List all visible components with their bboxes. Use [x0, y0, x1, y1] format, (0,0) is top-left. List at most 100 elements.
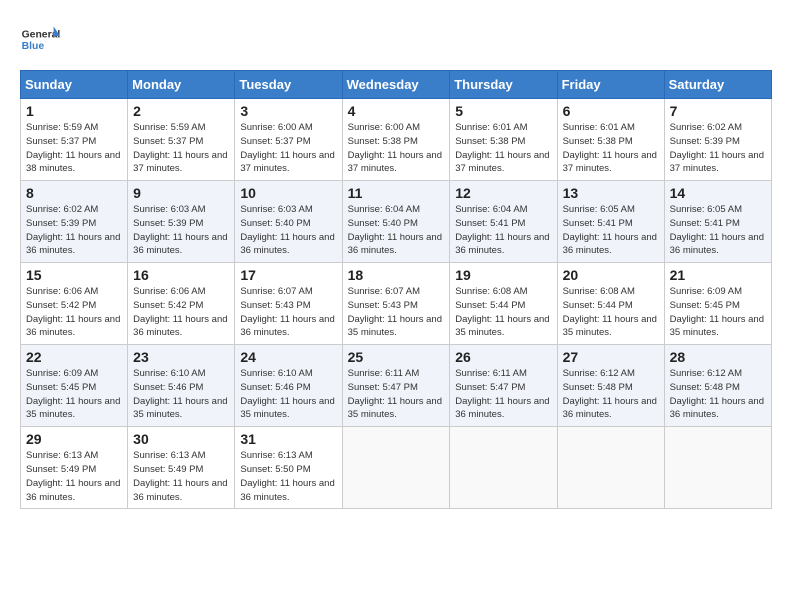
day-info: Sunrise: 6:06 AMSunset: 5:42 PMDaylight:…: [26, 286, 120, 338]
calendar-cell: 14 Sunrise: 6:05 AMSunset: 5:41 PMDaylig…: [664, 181, 771, 263]
calendar-cell: 28 Sunrise: 6:12 AMSunset: 5:48 PMDaylig…: [664, 345, 771, 427]
calendar-week-4: 22 Sunrise: 6:09 AMSunset: 5:45 PMDaylig…: [21, 345, 772, 427]
calendar-cell: 2 Sunrise: 5:59 AMSunset: 5:37 PMDayligh…: [128, 99, 235, 181]
day-info: Sunrise: 6:11 AMSunset: 5:47 PMDaylight:…: [455, 368, 549, 420]
day-number: 27: [563, 349, 659, 365]
day-info: Sunrise: 6:01 AMSunset: 5:38 PMDaylight:…: [563, 122, 657, 174]
calendar-header-sunday: Sunday: [21, 71, 128, 99]
day-number: 26: [455, 349, 551, 365]
day-info: Sunrise: 5:59 AMSunset: 5:37 PMDaylight:…: [133, 122, 227, 174]
day-number: 14: [670, 185, 766, 201]
calendar-cell: 20 Sunrise: 6:08 AMSunset: 5:44 PMDaylig…: [557, 263, 664, 345]
svg-text:Blue: Blue: [22, 41, 45, 52]
day-info: Sunrise: 6:03 AMSunset: 5:39 PMDaylight:…: [133, 204, 227, 256]
calendar-cell: 11 Sunrise: 6:04 AMSunset: 5:40 PMDaylig…: [342, 181, 450, 263]
day-info: Sunrise: 6:02 AMSunset: 5:39 PMDaylight:…: [26, 204, 120, 256]
calendar-header-wednesday: Wednesday: [342, 71, 450, 99]
day-number: 22: [26, 349, 122, 365]
calendar-week-5: 29 Sunrise: 6:13 AMSunset: 5:49 PMDaylig…: [21, 427, 772, 509]
day-number: 13: [563, 185, 659, 201]
day-info: Sunrise: 6:06 AMSunset: 5:42 PMDaylight:…: [133, 286, 227, 338]
logo-icon: General Blue: [20, 20, 60, 60]
day-number: 16: [133, 267, 229, 283]
day-number: 17: [240, 267, 336, 283]
day-number: 10: [240, 185, 336, 201]
calendar-cell: 4 Sunrise: 6:00 AMSunset: 5:38 PMDayligh…: [342, 99, 450, 181]
day-number: 20: [563, 267, 659, 283]
day-info: Sunrise: 6:05 AMSunset: 5:41 PMDaylight:…: [670, 204, 764, 256]
calendar-header-tuesday: Tuesday: [235, 71, 342, 99]
calendar-cell: 17 Sunrise: 6:07 AMSunset: 5:43 PMDaylig…: [235, 263, 342, 345]
calendar-cell: 16 Sunrise: 6:06 AMSunset: 5:42 PMDaylig…: [128, 263, 235, 345]
day-info: Sunrise: 6:05 AMSunset: 5:41 PMDaylight:…: [563, 204, 657, 256]
calendar-cell: 7 Sunrise: 6:02 AMSunset: 5:39 PMDayligh…: [664, 99, 771, 181]
day-info: Sunrise: 6:09 AMSunset: 5:45 PMDaylight:…: [670, 286, 764, 338]
calendar-cell: 23 Sunrise: 6:10 AMSunset: 5:46 PMDaylig…: [128, 345, 235, 427]
calendar-header-saturday: Saturday: [664, 71, 771, 99]
day-info: Sunrise: 6:12 AMSunset: 5:48 PMDaylight:…: [563, 368, 657, 420]
calendar-cell: 15 Sunrise: 6:06 AMSunset: 5:42 PMDaylig…: [21, 263, 128, 345]
calendar-cell: 1 Sunrise: 5:59 AMSunset: 5:37 PMDayligh…: [21, 99, 128, 181]
calendar-cell: [557, 427, 664, 509]
day-number: 12: [455, 185, 551, 201]
day-info: Sunrise: 6:10 AMSunset: 5:46 PMDaylight:…: [240, 368, 334, 420]
calendar-cell: 29 Sunrise: 6:13 AMSunset: 5:49 PMDaylig…: [21, 427, 128, 509]
calendar-cell: 22 Sunrise: 6:09 AMSunset: 5:45 PMDaylig…: [21, 345, 128, 427]
calendar-cell: 19 Sunrise: 6:08 AMSunset: 5:44 PMDaylig…: [450, 263, 557, 345]
calendar-cell: 9 Sunrise: 6:03 AMSunset: 5:39 PMDayligh…: [128, 181, 235, 263]
calendar-week-2: 8 Sunrise: 6:02 AMSunset: 5:39 PMDayligh…: [21, 181, 772, 263]
calendar-cell: 8 Sunrise: 6:02 AMSunset: 5:39 PMDayligh…: [21, 181, 128, 263]
day-info: Sunrise: 6:08 AMSunset: 5:44 PMDaylight:…: [455, 286, 549, 338]
calendar-week-1: 1 Sunrise: 5:59 AMSunset: 5:37 PMDayligh…: [21, 99, 772, 181]
day-number: 19: [455, 267, 551, 283]
day-number: 31: [240, 431, 336, 447]
day-info: Sunrise: 6:11 AMSunset: 5:47 PMDaylight:…: [348, 368, 442, 420]
day-number: 3: [240, 103, 336, 119]
calendar-cell: 25 Sunrise: 6:11 AMSunset: 5:47 PMDaylig…: [342, 345, 450, 427]
day-info: Sunrise: 6:13 AMSunset: 5:50 PMDaylight:…: [240, 450, 334, 502]
day-info: Sunrise: 6:07 AMSunset: 5:43 PMDaylight:…: [240, 286, 334, 338]
day-number: 4: [348, 103, 445, 119]
day-info: Sunrise: 6:02 AMSunset: 5:39 PMDaylight:…: [670, 122, 764, 174]
day-number: 11: [348, 185, 445, 201]
calendar-cell: [342, 427, 450, 509]
day-number: 30: [133, 431, 229, 447]
day-number: 23: [133, 349, 229, 365]
calendar-cell: 6 Sunrise: 6:01 AMSunset: 5:38 PMDayligh…: [557, 99, 664, 181]
day-info: Sunrise: 6:00 AMSunset: 5:38 PMDaylight:…: [348, 122, 442, 174]
calendar-cell: 10 Sunrise: 6:03 AMSunset: 5:40 PMDaylig…: [235, 181, 342, 263]
calendar-cell: 5 Sunrise: 6:01 AMSunset: 5:38 PMDayligh…: [450, 99, 557, 181]
calendar-table: SundayMondayTuesdayWednesdayThursdayFrid…: [20, 70, 772, 509]
day-number: 6: [563, 103, 659, 119]
day-info: Sunrise: 5:59 AMSunset: 5:37 PMDaylight:…: [26, 122, 120, 174]
day-number: 28: [670, 349, 766, 365]
calendar-cell: 21 Sunrise: 6:09 AMSunset: 5:45 PMDaylig…: [664, 263, 771, 345]
calendar-cell: 30 Sunrise: 6:13 AMSunset: 5:49 PMDaylig…: [128, 427, 235, 509]
day-number: 29: [26, 431, 122, 447]
day-number: 18: [348, 267, 445, 283]
day-number: 9: [133, 185, 229, 201]
day-number: 8: [26, 185, 122, 201]
calendar-cell: 18 Sunrise: 6:07 AMSunset: 5:43 PMDaylig…: [342, 263, 450, 345]
day-info: Sunrise: 6:13 AMSunset: 5:49 PMDaylight:…: [133, 450, 227, 502]
calendar-header-friday: Friday: [557, 71, 664, 99]
day-info: Sunrise: 6:04 AMSunset: 5:40 PMDaylight:…: [348, 204, 442, 256]
calendar-cell: 3 Sunrise: 6:00 AMSunset: 5:37 PMDayligh…: [235, 99, 342, 181]
day-info: Sunrise: 6:04 AMSunset: 5:41 PMDaylight:…: [455, 204, 549, 256]
calendar-cell: 31 Sunrise: 6:13 AMSunset: 5:50 PMDaylig…: [235, 427, 342, 509]
day-info: Sunrise: 6:10 AMSunset: 5:46 PMDaylight:…: [133, 368, 227, 420]
day-number: 15: [26, 267, 122, 283]
day-number: 1: [26, 103, 122, 119]
day-info: Sunrise: 6:13 AMSunset: 5:49 PMDaylight:…: [26, 450, 120, 502]
calendar-cell: 13 Sunrise: 6:05 AMSunset: 5:41 PMDaylig…: [557, 181, 664, 263]
day-number: 7: [670, 103, 766, 119]
calendar-week-3: 15 Sunrise: 6:06 AMSunset: 5:42 PMDaylig…: [21, 263, 772, 345]
day-info: Sunrise: 6:03 AMSunset: 5:40 PMDaylight:…: [240, 204, 334, 256]
logo: General Blue: [20, 20, 60, 60]
calendar-cell: [664, 427, 771, 509]
calendar-cell: 26 Sunrise: 6:11 AMSunset: 5:47 PMDaylig…: [450, 345, 557, 427]
day-number: 25: [348, 349, 445, 365]
calendar-cell: 27 Sunrise: 6:12 AMSunset: 5:48 PMDaylig…: [557, 345, 664, 427]
day-info: Sunrise: 6:08 AMSunset: 5:44 PMDaylight:…: [563, 286, 657, 338]
day-number: 21: [670, 267, 766, 283]
